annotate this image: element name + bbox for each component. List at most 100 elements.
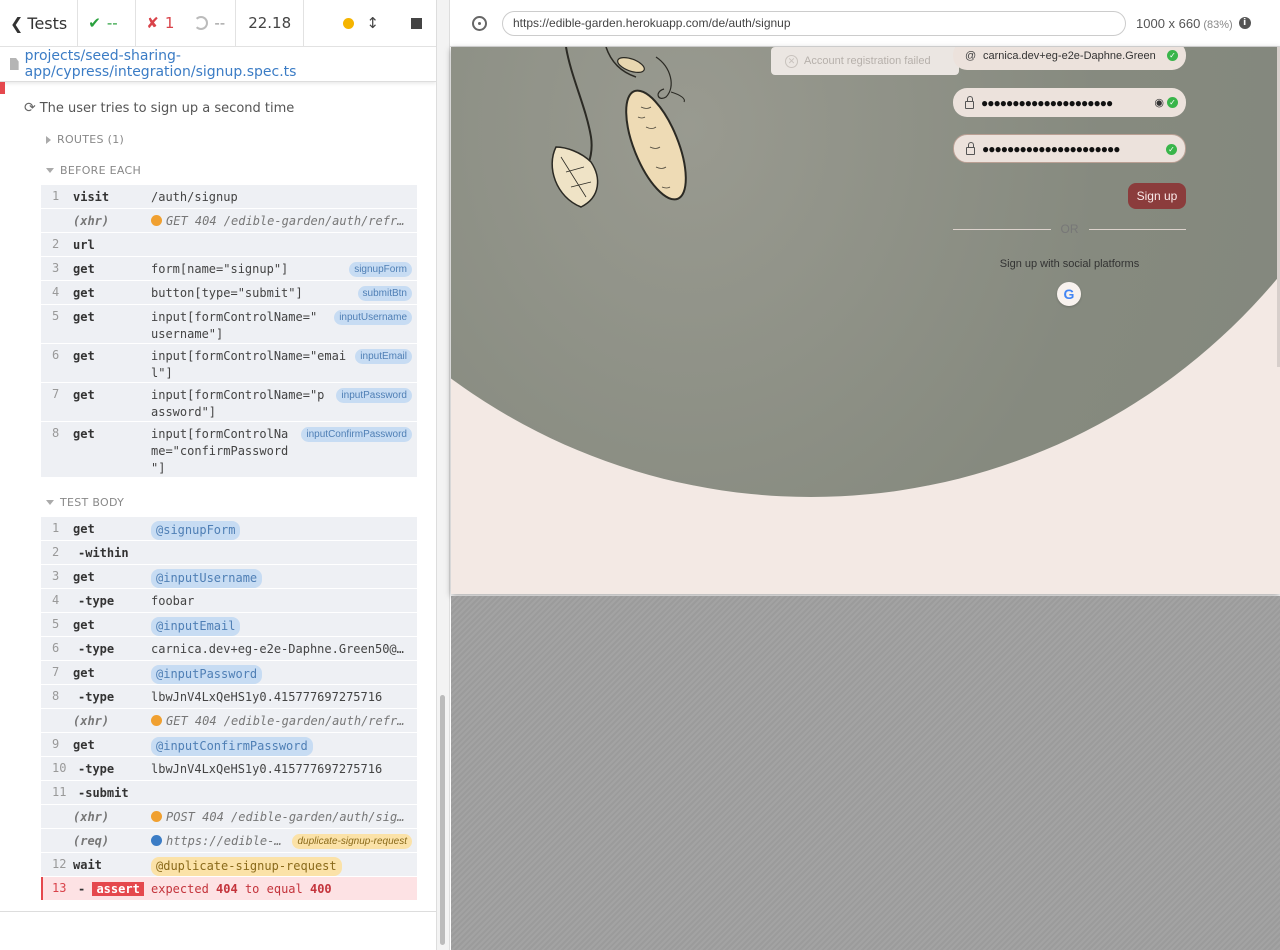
pending-icon [194,16,209,30]
command-name: wait [73,858,102,872]
test-title[interactable]: ⟳ The user tries to sign up a second tim… [24,100,294,116]
confirm-password-field[interactable]: ●●●●●●●●●●●●●●●●●●●●●● ✓ [953,134,1186,163]
xhr-dot-icon [151,811,162,822]
running-indicator-icon[interactable] [343,17,355,29]
test-body-commands: 1 get @signupForm 2 -within 3 get @inputUsernam… [41,517,417,901]
command-message: /auth/signup [151,190,238,204]
reporter-scrollbar[interactable] [440,695,445,945]
alias-reference: @duplicate-signup-request [151,857,342,876]
show-password-icon[interactable]: ◉ [1154,96,1164,109]
command-number: 9 [52,737,60,751]
command-name: -submit [78,786,129,800]
spec-path-link[interactable]: projects/seed-sharing-app/cypress/integr… [25,48,436,80]
command-name: get [73,427,95,441]
command-row[interactable]: (req) https://edible-garden.herokuapp.com… [41,829,417,853]
command-number: 12 [52,857,67,871]
command-row[interactable]: 7 get input[formControlName="p assword"] in… [41,383,417,422]
url-bar[interactable]: https://edible-garden.herokuapp.com/de/a… [502,10,1126,36]
command-row[interactable]: 13 - assert expected 404 to equal 400 [41,877,417,901]
command-message: @duplicate-signup-request [151,853,417,876]
command-name: visit [73,190,110,204]
command-message: lbwJnV4LxQeHS1y0.415777697275716 [151,690,383,704]
command-row[interactable]: 11 -submit [41,781,417,805]
command-row[interactable]: 5 get input[formControlName=" username"] in… [41,305,417,344]
command-row[interactable]: 1 visit/auth/signup [41,185,417,209]
error-toast: ✕ Account registration failed [771,47,959,75]
divider-line [953,228,1051,230]
before-each-toggle[interactable]: BEFORE EACH [46,164,141,177]
test-runnable: ⟳ The user tries to sign up a second tim… [0,82,436,912]
command-message: expected 404 to equal 400 [151,877,417,900]
command-row[interactable]: 10 -type lbwJnV4LxQeHS1y0.415777697275716 [41,757,417,781]
cucumber-illustration [551,47,687,208]
command-name: get [73,738,95,752]
confirm-password-value: ●●●●●●●●●●●●●●●●●●●●●● [982,141,1120,156]
routes-label: ROUTES (1) [57,133,125,146]
command-number: 4 [52,593,60,607]
command-number: 7 [52,665,60,679]
command-row[interactable]: 8 get input[formControlNa me="confirmPassw… [41,422,417,478]
spec-path[interactable]: projects/seed-sharing-app/cypress/integr… [0,47,436,82]
command-row[interactable]: 9 get @inputConfirmPassword [41,733,417,757]
aut-iframe: ✕ Account registration failed @ carnica.… [451,47,1280,594]
email-field[interactable]: @ carnica.dev+eg-e2e-Daphne.Green ✓ [953,47,1186,70]
command-name: -type [78,762,115,776]
command-row[interactable]: 6 get input[formControlName="emai l"] input… [41,344,417,383]
command-row[interactable]: 3 get form[name="signup"] signupForm [41,257,417,281]
test-body-toggle[interactable]: TEST BODY [46,496,124,509]
routes-toggle[interactable]: ROUTES (1) [46,133,124,146]
command-row[interactable]: (xhr) GET 404 /edible-garden/auth/refresh [41,209,417,233]
command-number: 6 [52,348,60,362]
command-number: 2 [52,237,60,251]
command-name: -within [78,546,129,560]
command-row[interactable]: 3 get @inputUsername [41,565,417,589]
command-message: POST 404 /edible-garden/auth/signup [151,805,417,828]
info-icon[interactable]: i [1238,17,1251,29]
command-row[interactable]: 4 -type foobar [41,589,417,613]
assert-badge: assert [92,882,144,896]
pending-count[interactable]: -- [184,0,237,46]
command-row[interactable]: 7 get @inputPassword [41,661,417,685]
selector-playground-icon[interactable] [472,15,487,31]
stop-icon[interactable] [411,17,422,29]
tests-button[interactable]: ❮ Tests [0,0,79,46]
failed-value: 1 [164,14,175,32]
command-row[interactable]: 2 url [41,233,417,257]
command-row[interactable]: 4 get button[type="submit"] submitBtn [41,281,417,305]
signup-button[interactable]: Sign up [1128,183,1186,209]
failed-count[interactable]: ✘ 1 [136,0,184,46]
check-icon: ✔ [88,14,101,32]
alias-badge: inputPassword [336,388,412,403]
caret-right-icon [46,135,51,144]
command-name: get [73,262,95,276]
command-number: 7 [52,387,60,401]
close-circle-icon[interactable]: ✕ [785,54,798,68]
command-message: lbwJnV4LxQeHS1y0.415777697275716 [151,762,383,776]
command-row[interactable]: 6 -type carnica.dev+eg-e2e-Daphne.Green50@… [41,637,417,661]
command-name: get [73,570,95,584]
command-row[interactable]: (xhr) POST 404 /edible-garden/auth/signup [41,805,417,829]
google-signup-button[interactable]: G [1057,282,1081,306]
command-row[interactable]: 2 -within [41,541,417,565]
divider-line [1088,228,1186,230]
assertion-part: 404 [216,882,238,896]
retry-icon: ⟳ [24,100,36,116]
command-row[interactable]: 12 wait @duplicate-signup-request [41,853,417,877]
command-row[interactable]: (xhr) GET 404 /edible-garden/auth/refresh [41,709,417,733]
password-value: ●●●●●●●●●●●●●●●●●●●●● [981,95,1113,110]
command-name: -type [78,642,115,656]
alias-badge: inputEmail [355,349,412,364]
command-number: 10 [52,761,67,775]
google-icon: G [1063,286,1075,302]
command-message: @signupForm [151,517,417,540]
auto-scroll-icon[interactable]: ↕ [366,14,379,32]
command-row[interactable]: 5 get @inputEmail [41,613,417,637]
command-row[interactable]: 1 get @signupForm [41,517,417,541]
command-name: get [73,286,95,300]
caret-down-icon [46,500,54,505]
test-title-text: The user tries to sign up a second time [39,100,295,116]
command-row[interactable]: 8 -type lbwJnV4LxQeHS1y0.415777697275716 [41,685,417,709]
passed-count[interactable]: ✔ -- [78,0,137,46]
password-field[interactable]: ●●●●●●●●●●●●●●●●●●●●● ◉ ✓ [953,88,1186,117]
command-number: 8 [52,426,60,440]
